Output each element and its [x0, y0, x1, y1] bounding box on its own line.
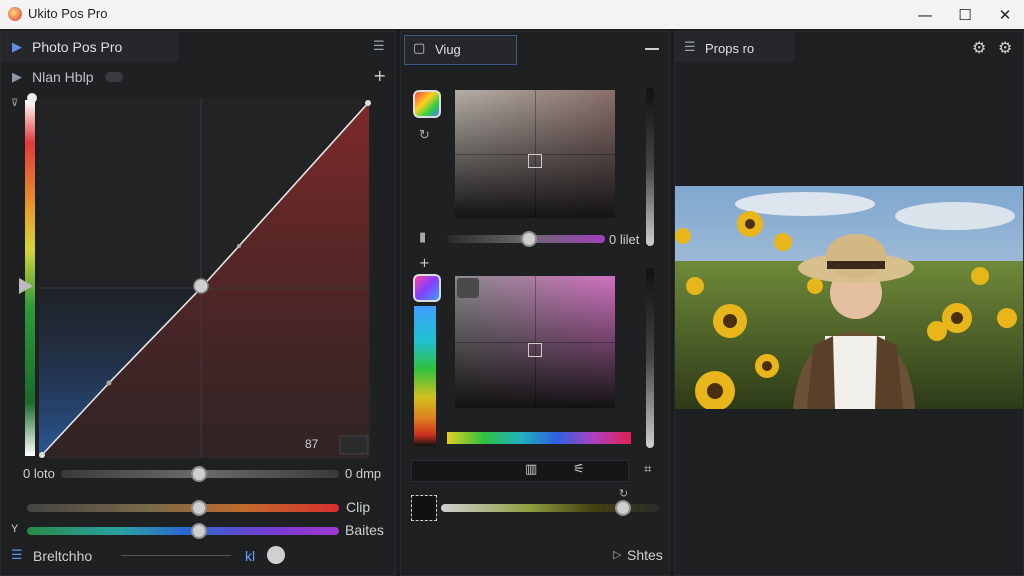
eye-icon[interactable]	[105, 72, 123, 82]
spectrum-bar[interactable]	[447, 432, 631, 444]
color-swatch-2[interactable]	[413, 274, 441, 302]
slider1-knob[interactable]	[191, 466, 207, 482]
color-picker-1-handle[interactable]	[528, 154, 542, 168]
slider3-left-label: Y	[11, 523, 19, 535]
color-picker-2-handle[interactable]	[528, 343, 542, 357]
strip-top-handle[interactable]	[27, 93, 37, 103]
layers-icon: ☰	[11, 548, 23, 563]
list-menu-icon[interactable]: ☰	[373, 39, 385, 54]
crop-icon[interactable]: ⌗	[644, 462, 651, 477]
sliders-icon[interactable]: ⚟	[573, 462, 585, 477]
add-icon[interactable]: +	[373, 66, 386, 85]
curves-panel: ▶ Photo Pos Pro ☰ ▶ Nlan Hblp + ⊽ 87 0 l…	[0, 31, 396, 576]
slider3-knob[interactable]	[191, 523, 207, 539]
panel-tab-label: Photo Pos Pro	[32, 39, 123, 55]
bottom-label: Shtes	[627, 547, 663, 563]
curve-point-low	[106, 380, 112, 386]
maximize-button[interactable]: ☐	[945, 0, 985, 29]
window-title: Ukito Pos Pro	[28, 6, 108, 21]
color-swatch-1[interactable]	[413, 90, 441, 118]
panel-tab-label: Props ro	[705, 41, 755, 56]
photo-preview[interactable]	[675, 186, 1023, 409]
color-panel: ▢ Viug ↻ ▮ 0 lilet + ▥ ⚟ ⌗ ↻ ▷ Shtes	[400, 31, 670, 576]
slider3-track[interactable]	[27, 527, 339, 535]
close-button[interactable]: ✕	[985, 0, 1024, 29]
add-icon[interactable]: +	[419, 256, 430, 271]
gear-icon[interactable]: ⚙	[998, 38, 1012, 57]
slider1-right-label: 0 dmp	[345, 466, 382, 481]
slider2-track[interactable]	[27, 504, 339, 512]
slider2-right-label: Clip	[346, 499, 371, 515]
hue-strip[interactable]	[414, 306, 436, 446]
curve-point-high	[237, 244, 241, 248]
play-icon: ▶	[12, 40, 22, 55]
panel-icon: ▢	[413, 41, 426, 56]
preview-panel: ☰ Props ro ⚙ ⚙	[674, 31, 1024, 576]
curve-graph[interactable]	[39, 98, 371, 458]
bottom-tag[interactable]: kl	[245, 548, 255, 564]
curve-black-point	[39, 452, 45, 458]
middle-slider-knob[interactable]	[521, 231, 537, 247]
panel-tab-label: Viug	[435, 42, 461, 57]
vertical-slider-2[interactable]	[646, 268, 654, 448]
cursor-tool-icon[interactable]	[267, 546, 285, 564]
slider3-right-label: Baites	[345, 522, 384, 538]
list-icon: ☰	[684, 40, 696, 55]
minimize-button[interactable]: —	[905, 0, 945, 29]
sub-title: Nlan Hblp	[32, 69, 94, 85]
clock-icon[interactable]	[457, 278, 479, 298]
middle-slider-label: 0 lilet	[609, 232, 640, 247]
slider2-knob[interactable]	[191, 500, 207, 516]
strip-marker-icon: ⊽	[11, 98, 19, 109]
rotate-icon[interactable]: ↻	[419, 128, 430, 143]
selection-tool-icon[interactable]	[411, 495, 437, 521]
cycle-icon: ↻	[619, 487, 629, 500]
curve-white-point	[365, 100, 371, 106]
settings-icon[interactable]: ⚙	[972, 38, 986, 57]
curve-midpoint-handle	[193, 278, 209, 294]
bottom-label: Breltchho	[33, 548, 93, 564]
toolbar-strip	[411, 460, 629, 482]
curve-corner-value: 87	[305, 437, 319, 451]
strip-pointer-handle[interactable]	[19, 278, 33, 294]
play-icon: ▷	[613, 548, 622, 561]
vertical-slider-1[interactable]	[646, 88, 654, 246]
bottom-slider-knob[interactable]	[615, 500, 631, 516]
collapse-arrow-icon[interactable]: ▶	[12, 70, 22, 85]
collapse-icon[interactable]	[645, 48, 659, 50]
levels-icon[interactable]: ▥	[525, 462, 537, 477]
bottom-divider-arrow	[121, 555, 231, 556]
app-logo-icon	[8, 7, 22, 21]
slider1-left-label: 0 loto	[23, 466, 55, 481]
title-bar: Ukito Pos Pro — ☐ ✕	[0, 0, 1024, 29]
histogram-icon: ▮	[419, 230, 427, 245]
